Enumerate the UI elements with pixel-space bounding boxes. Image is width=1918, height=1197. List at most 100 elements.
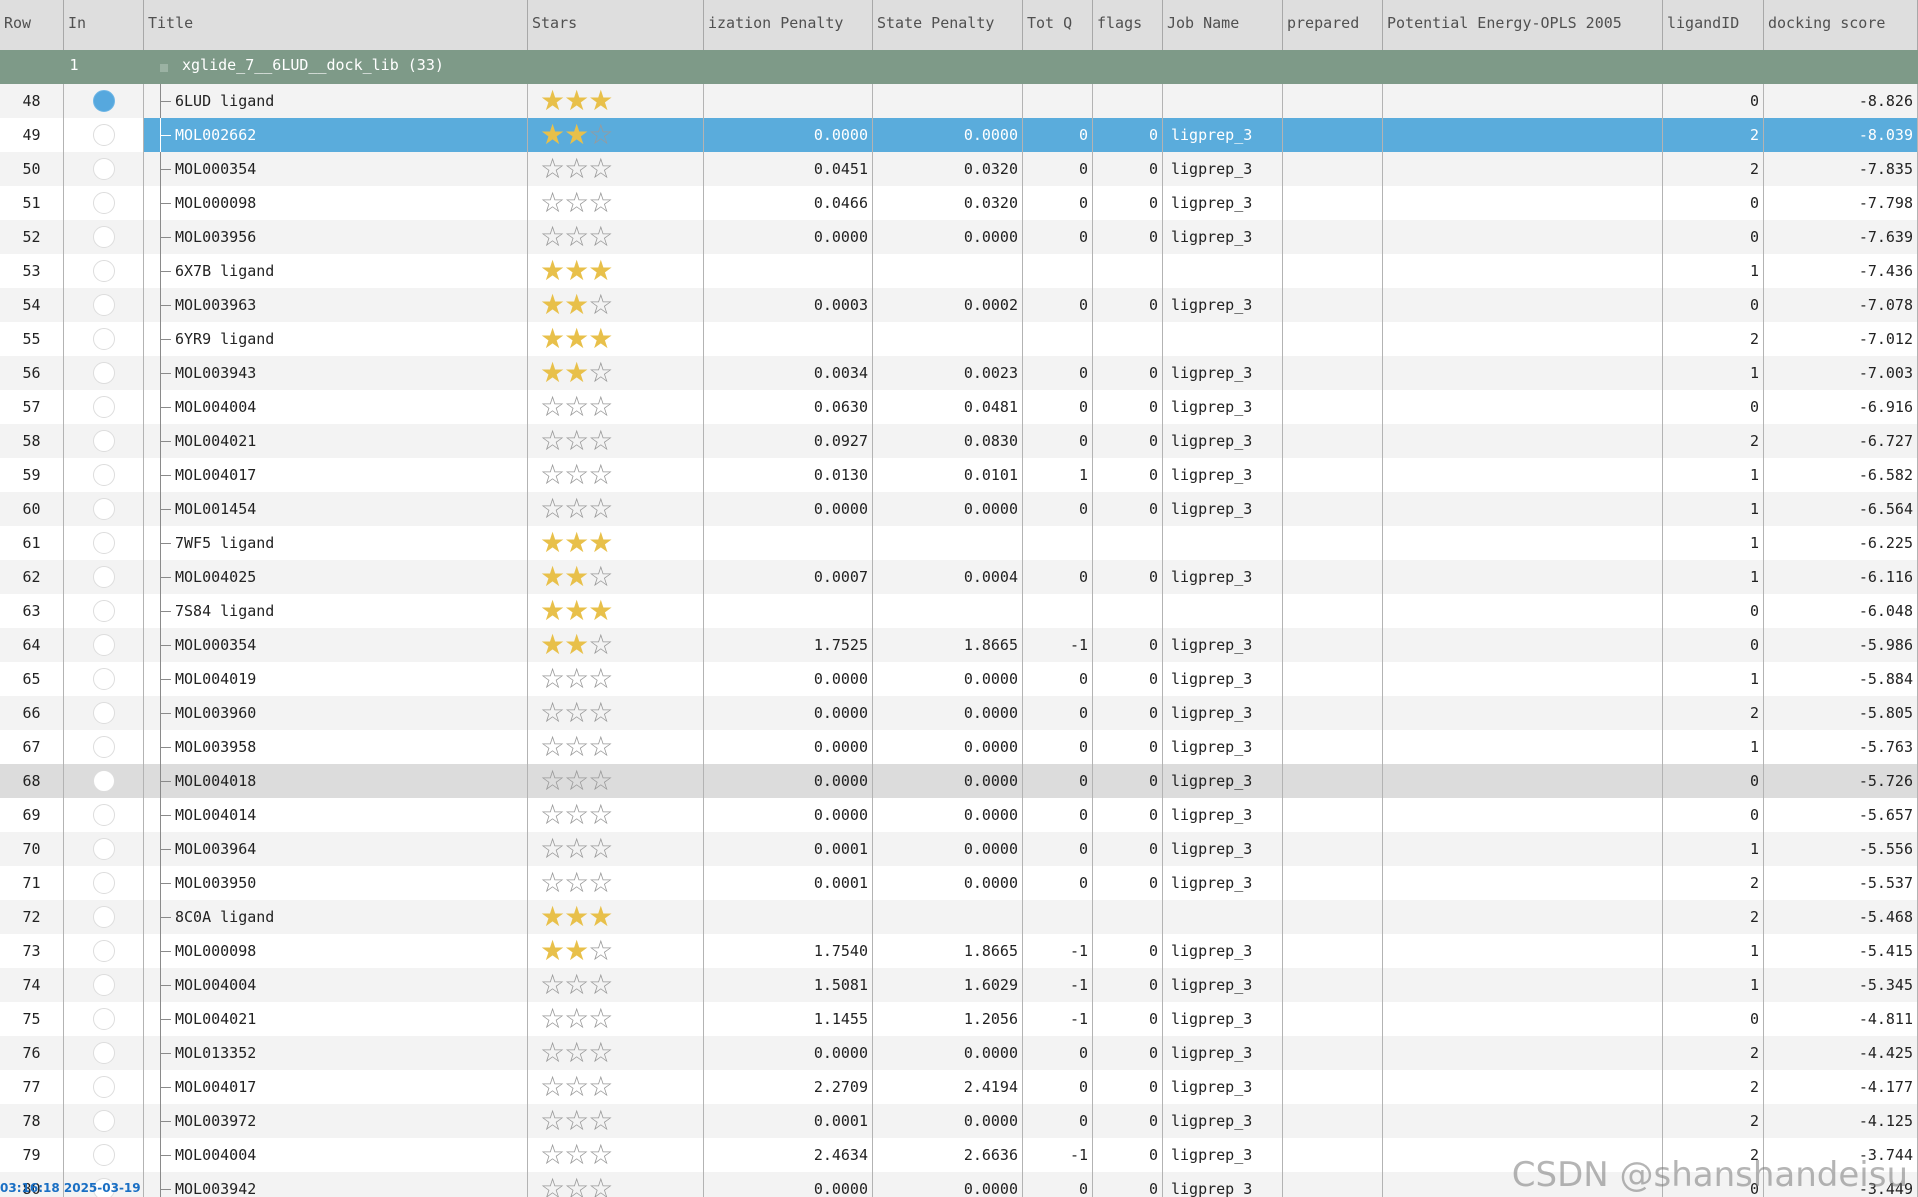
include-radio[interactable] — [92, 770, 115, 792]
include-radio[interactable] — [92, 532, 115, 554]
include-radio[interactable] — [92, 158, 115, 180]
table-row[interactable]: 50 MOL000354 ☆☆☆ 0.0451 0.0320 0 0 ligprep_3 2 -7… — [0, 152, 1918, 186]
table-row[interactable]: 55 6YR9 ligand ★★★ 2 -7.012 — [0, 322, 1918, 356]
table-row[interactable]: 64 MOL000354 ★★☆ 1.7525 1.8665 -1 0 ligprep_3 0-… — [0, 628, 1918, 662]
include-radio[interactable] — [92, 600, 115, 622]
in-cell — [64, 1002, 144, 1036]
include-radio[interactable] — [92, 872, 115, 894]
potential-energy-cell — [1383, 560, 1663, 594]
include-radio[interactable] — [92, 396, 115, 418]
table-row[interactable]: 49 MOL002662 ★★☆ 0.0000 0.0000 0 0 ligprep_3 2 -8… — [0, 118, 1918, 152]
table-row[interactable]: 54 MOL003963 ★★☆ 0.0003 0.0002 0 0 ligprep_3 0 -7… — [0, 288, 1918, 322]
include-radio[interactable] — [92, 804, 115, 826]
include-radio[interactable] — [92, 192, 115, 214]
title-cell: MOL004021 — [144, 1002, 528, 1036]
column-header-3[interactable]: Stars — [528, 0, 704, 50]
column-header-5[interactable]: State Penalty — [873, 0, 1023, 50]
column-header-2[interactable]: Title — [144, 0, 528, 50]
include-radio[interactable] — [92, 702, 115, 724]
flags-cell: 0 — [1093, 186, 1163, 220]
table-row[interactable]: 78 MOL003972 ☆☆☆ 0.0001 0.0000 0 0 ligprep_3 2 -4… — [0, 1104, 1918, 1138]
column-header-10[interactable]: Potential Energy-OPLS 2005 — [1383, 0, 1663, 50]
include-radio[interactable] — [92, 260, 115, 282]
column-header-1[interactable]: In — [64, 0, 144, 50]
table-row[interactable]: 48 6LUD ligand ★★★ 0 -8.826 — [0, 84, 1918, 118]
table-row[interactable]: 51 MOL000098 ☆☆☆ 0.0466 0.0320 0 0 ligprep_3 0 -7… — [0, 186, 1918, 220]
include-radio[interactable] — [92, 430, 115, 452]
column-header-11[interactable]: ligandID — [1663, 0, 1764, 50]
include-radio[interactable] — [92, 974, 115, 996]
collapse-toggle-icon[interactable] — [160, 64, 168, 72]
column-header-4[interactable]: ization Penalty — [704, 0, 873, 50]
include-radio[interactable] — [92, 226, 115, 248]
include-radio[interactable] — [92, 464, 115, 486]
table-row[interactable]: 62 MOL004025 ★★☆ 0.0007 0.0004 0 0 ligprep_3 1 -6… — [0, 560, 1918, 594]
table-row[interactable]: 56 MOL003943 ★★☆ 0.0034 0.0023 0 0 ligprep_3 1 -7… — [0, 356, 1918, 390]
table-row[interactable]: 71 MOL003950 ☆☆☆ 0.0001 0.0000 0 0 ligprep_3 2 -5… — [0, 866, 1918, 900]
in-cell — [64, 900, 144, 934]
column-header-0[interactable]: Row — [0, 0, 64, 50]
include-radio[interactable] — [92, 1042, 115, 1064]
include-radio[interactable] — [92, 90, 115, 112]
column-header-7[interactable]: flags — [1093, 0, 1163, 50]
table-row[interactable]: 67 MOL003958 ☆☆☆ 0.0000 0.0000 0 0 ligprep_3 1 -5… — [0, 730, 1918, 764]
table-row[interactable]: 63 7S84 ligand ★★★ 0 -6.048 — [0, 594, 1918, 628]
potential-energy-cell — [1383, 1070, 1663, 1104]
stars-cell: ★★★ — [528, 526, 704, 560]
include-radio[interactable] — [92, 1008, 115, 1030]
entry-title: MOL004021 — [175, 432, 257, 450]
include-radio[interactable] — [92, 668, 115, 690]
table-row[interactable]: 57 MOL004004 ☆☆☆ 0.0630 0.0481 0 0 ligprep_3 0 -6… — [0, 390, 1918, 424]
table-row[interactable]: 74 MOL004004 ☆☆☆ 1.5081 1.6029 -1 0 ligprep_3 1-… — [0, 968, 1918, 1002]
column-header-9[interactable]: prepared — [1283, 0, 1383, 50]
job-name-cell: ligprep_3 — [1163, 118, 1283, 152]
table-row[interactable]: 61 7WF5 ligand ★★★ 1 -6.225 — [0, 526, 1918, 560]
potential-energy-cell — [1383, 798, 1663, 832]
table-row[interactable]: 73 MOL000098 ★★☆ 1.7540 1.8665 -1 0 ligprep_3 1-… — [0, 934, 1918, 968]
stars-cell: ☆☆☆ — [528, 866, 704, 900]
include-radio[interactable] — [92, 124, 115, 146]
table-row[interactable]: 53 6X7B ligand ★★★ 1 -7.436 — [0, 254, 1918, 288]
table-row[interactable]: 77 MOL004017 ☆☆☆ 2.2709 2.4194 0 0 ligprep_3 2 -4… — [0, 1070, 1918, 1104]
table-row[interactable]: 75 MOL004021 ☆☆☆ 1.1455 1.2056 -1 0 ligprep_3 0-… — [0, 1002, 1918, 1036]
table-row[interactable]: 52 MOL003956 ☆☆☆ 0.0000 0.0000 0 0 ligprep_3 0 -7… — [0, 220, 1918, 254]
include-radio[interactable] — [92, 362, 115, 384]
include-radio[interactable] — [92, 1144, 115, 1166]
table-row[interactable]: 60 MOL001454 ☆☆☆ 0.0000 0.0000 0 0 ligprep_3 1 -6… — [0, 492, 1918, 526]
table-row[interactable]: 59 MOL004017 ☆☆☆ 0.0130 0.0101 1 0 ligprep_3 1 -6… — [0, 458, 1918, 492]
table-row[interactable]: 66 MOL003960 ☆☆☆ 0.0000 0.0000 0 0 ligprep_3 2 -5… — [0, 696, 1918, 730]
include-radio[interactable] — [92, 940, 115, 962]
include-radio[interactable] — [92, 294, 115, 316]
table-row[interactable]: 69 MOL004014 ☆☆☆ 0.0000 0.0000 0 0 ligprep_3 0 -5… — [0, 798, 1918, 832]
column-header-6[interactable]: Tot Q — [1023, 0, 1093, 50]
include-radio[interactable] — [92, 634, 115, 656]
ligand-id-cell: 2 — [1663, 322, 1764, 356]
stars-cell: ☆☆☆ — [528, 1070, 704, 1104]
ligand-id-cell: 2 — [1663, 118, 1764, 152]
table-row[interactable]: 68 MOL004018 ☆☆☆ 0.0000 0.0000 0 0 ligprep_3 0 -5… — [0, 764, 1918, 798]
job-name-cell: ligprep_3 — [1163, 1036, 1283, 1070]
include-radio[interactable] — [92, 1076, 115, 1098]
prepared-cell — [1283, 424, 1383, 458]
state-penalty-cell: 0.0320 — [873, 152, 1023, 186]
column-header-8[interactable]: Job Name — [1163, 0, 1283, 50]
group-row[interactable]: 1 xglide_7__6LUD__dock_lib (33) — [0, 50, 1918, 84]
flags-cell: 0 — [1093, 1070, 1163, 1104]
tot-q-cell: 0 — [1023, 152, 1093, 186]
include-radio[interactable] — [92, 566, 115, 588]
table-row[interactable]: 76 MOL013352 ☆☆☆ 0.0000 0.0000 0 0 ligprep_3 2 -4… — [0, 1036, 1918, 1070]
stars-rating-icon: ☆☆☆ — [540, 1172, 613, 1197]
tot-q-cell: -1 — [1023, 968, 1093, 1002]
column-header-12[interactable]: docking score — [1764, 0, 1918, 50]
include-radio[interactable] — [92, 906, 115, 928]
include-radio[interactable] — [92, 1110, 115, 1132]
table-row[interactable]: 58 MOL004021 ☆☆☆ 0.0927 0.0830 0 0 ligprep_3 2 -6… — [0, 424, 1918, 458]
include-radio[interactable] — [92, 736, 115, 758]
include-radio[interactable] — [92, 838, 115, 860]
table-row[interactable]: 72 8C0A ligand ★★★ 2 -5.468 — [0, 900, 1918, 934]
table-row[interactable]: 70 MOL003964 ☆☆☆ 0.0001 0.0000 0 0 ligprep_3 1 -5… — [0, 832, 1918, 866]
include-radio[interactable] — [92, 328, 115, 350]
title-cell: MOL003960 — [144, 696, 528, 730]
table-row[interactable]: 65 MOL004019 ☆☆☆ 0.0000 0.0000 0 0 ligprep_3 1 -5… — [0, 662, 1918, 696]
include-radio[interactable] — [92, 498, 115, 520]
